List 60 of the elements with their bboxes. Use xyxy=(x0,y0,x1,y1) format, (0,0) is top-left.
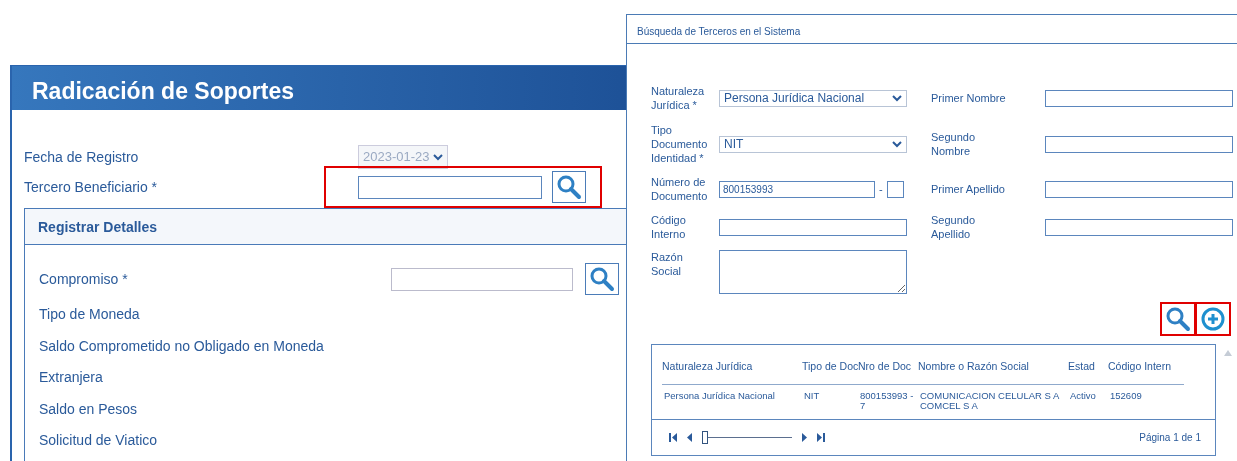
input-field[interactable]: 800153993 xyxy=(719,180,875,198)
previous-page-icon[interactable] xyxy=(684,431,694,443)
table-cell-text: NIT xyxy=(803,388,821,403)
field-label: Segundo Apellido xyxy=(930,212,977,242)
search-icon xyxy=(556,174,582,200)
input-field[interactable] xyxy=(1045,180,1233,198)
search-icon xyxy=(1165,306,1191,332)
field-label: Naturaleza Jurídica * xyxy=(651,83,706,113)
table-cell-text: Persona Jurídica Nacional xyxy=(663,388,776,403)
separator-text: - xyxy=(879,181,883,197)
field-label: Primer Apellido xyxy=(930,181,1006,197)
field-label: Código Interno xyxy=(651,212,687,242)
field-label: Número de Documento xyxy=(651,174,709,204)
field-label: Solicitud de Viatico xyxy=(39,431,158,451)
field-label: Tipo Documento Identidad * xyxy=(651,122,709,166)
field-label: Primer Nombre xyxy=(930,90,1007,106)
page-indicator: Página 1 de 1 xyxy=(1139,430,1201,445)
table-cell-text: COMUNICACION CELULAR S A COMCEL S A xyxy=(919,388,1060,413)
chevron-icon xyxy=(892,140,902,148)
field-label: Extranjera xyxy=(39,368,103,388)
chevron-icon xyxy=(433,154,444,162)
field-label: Tercero Beneficiario * xyxy=(24,177,159,197)
search-icon xyxy=(589,266,615,292)
field-label: Razón Social xyxy=(651,250,684,279)
select-dropdown[interactable]: Persona Jurídica Nacional xyxy=(719,89,907,107)
input-field[interactable] xyxy=(719,218,907,236)
next-page-icon[interactable] xyxy=(800,431,810,443)
add-icon xyxy=(1201,307,1225,331)
input-field[interactable] xyxy=(886,180,904,198)
first-page-icon[interactable] xyxy=(668,431,678,443)
select-dropdown[interactable]: NIT xyxy=(719,135,907,153)
input-field[interactable] xyxy=(1045,218,1233,236)
column-header: Naturaleza Jurídica xyxy=(662,345,802,385)
column-header: Tipo de Doc xyxy=(802,345,858,385)
text-area[interactable] xyxy=(719,250,907,294)
column-header: Código Intern xyxy=(1108,345,1184,385)
table-cell-text: 152609 xyxy=(1109,388,1143,403)
dialog-title: Búsqueda de Terceros en el Sistema xyxy=(627,15,1237,44)
add-button[interactable] xyxy=(1197,304,1229,334)
last-page-icon[interactable] xyxy=(816,431,826,443)
input-field[interactable] xyxy=(391,267,573,291)
field-label: Tipo de Moneda xyxy=(39,305,140,325)
input-field[interactable] xyxy=(358,175,542,199)
search-button[interactable] xyxy=(552,171,586,203)
table-cell-text: 800153993 - 7 xyxy=(859,388,915,413)
field-label: Segundo Nombre xyxy=(930,129,977,159)
field-label: Saldo en Pesos xyxy=(39,399,138,419)
column-header: Nro de Doc xyxy=(858,345,918,385)
input-field[interactable] xyxy=(1045,135,1233,153)
column-header: Nombre o Razón Social xyxy=(918,345,1068,385)
field-label: Compromiso * xyxy=(39,269,128,289)
chevron-icon xyxy=(892,94,902,102)
field-label: Fecha de Registro xyxy=(24,147,140,167)
field-label: Saldo Comprometido no Obligado en Moneda xyxy=(39,336,324,356)
search-button[interactable] xyxy=(585,263,619,295)
slider-thumb[interactable] xyxy=(702,430,708,444)
table-cell-text: Activo xyxy=(1069,388,1097,403)
column-header: Estad xyxy=(1068,345,1108,385)
input-field[interactable] xyxy=(1045,89,1233,107)
search-button[interactable] xyxy=(1162,304,1194,334)
